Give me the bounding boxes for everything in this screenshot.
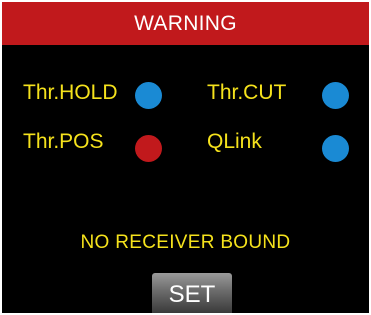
throttle-position-label: Thr.POS [23, 130, 104, 153]
warning-screen: WARNING Thr.HOLD Thr.CUT Thr.POS QLink N… [0, 0, 371, 315]
status-message: NO RECEIVER BOUND [80, 232, 291, 253]
page-title: WARNING [134, 11, 237, 35]
qlink-status-dot-icon [322, 135, 349, 162]
set-button[interactable]: SET [152, 273, 232, 313]
throttle-hold-label: Thr.HOLD [23, 81, 118, 104]
qlink-label: QLink [207, 130, 262, 153]
throttle-cut-label: Thr.CUT [207, 81, 287, 104]
title-bar: WARNING [2, 2, 369, 45]
throttle-hold-status-dot-icon [135, 82, 162, 109]
throttle-cut-status-dot-icon [322, 82, 349, 109]
throttle-position-status-dot-icon [135, 135, 162, 162]
